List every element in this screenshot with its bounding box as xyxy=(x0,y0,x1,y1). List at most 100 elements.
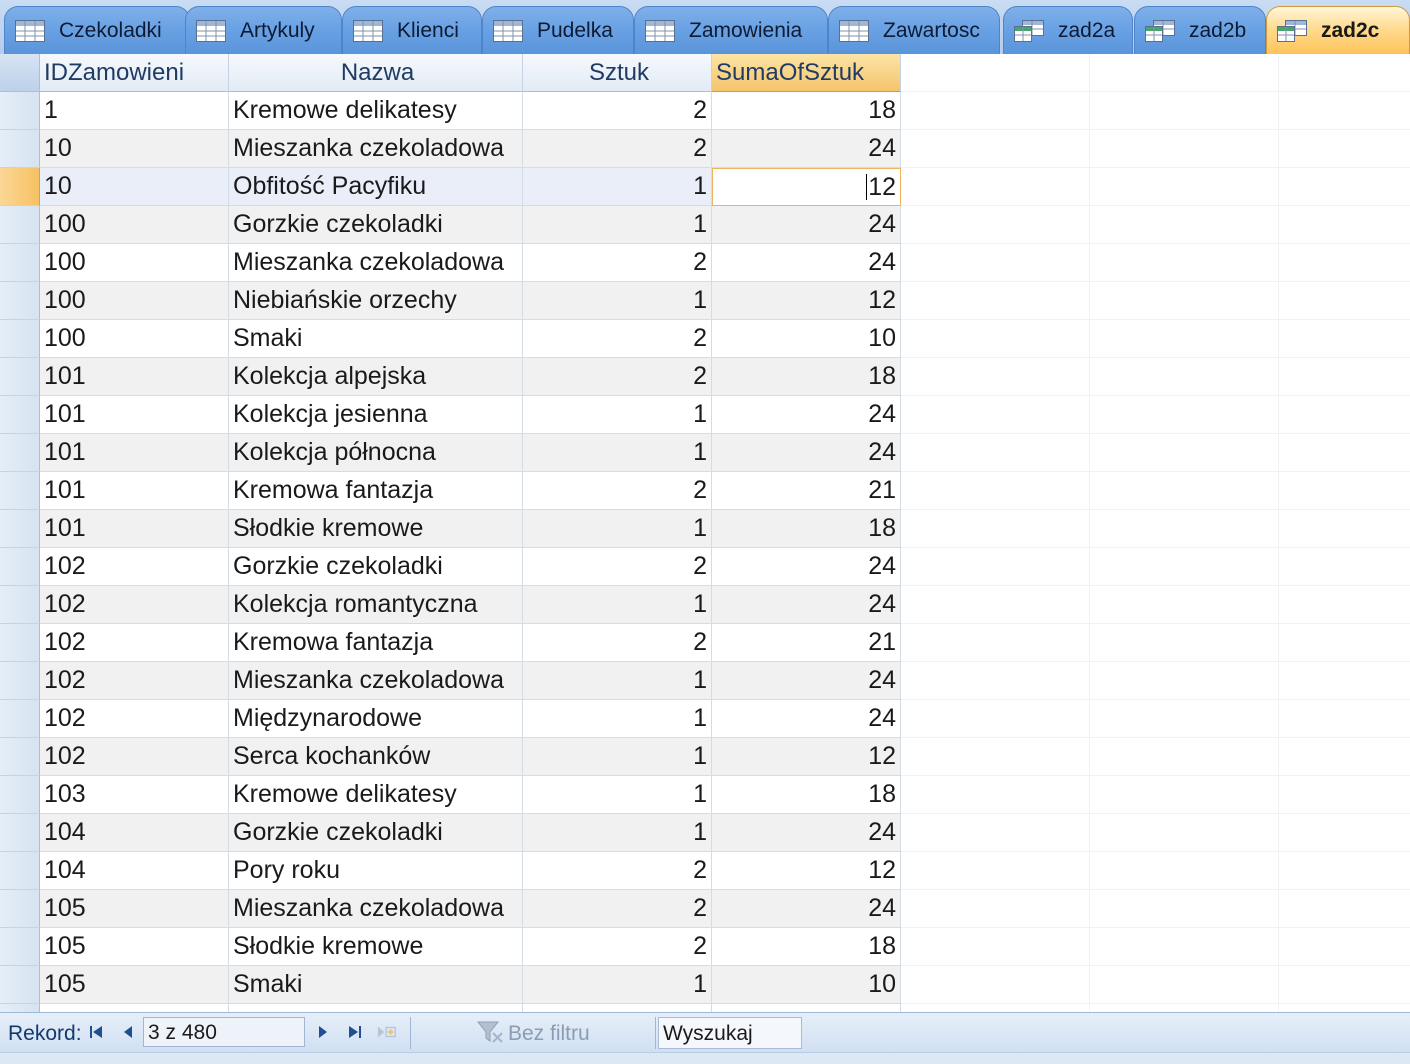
cell-nazwa[interactable]: Pory roku xyxy=(229,852,523,890)
cell-idzamowieni[interactable]: 101 xyxy=(40,358,229,396)
table-row[interactable]: 101 Kremowa fantazja 2 21 xyxy=(0,472,1410,510)
cell-sumaofsztuk[interactable]: 18 xyxy=(712,358,901,396)
cell-nazwa[interactable]: Słodkie kremowe xyxy=(229,928,523,966)
row-selector[interactable] xyxy=(0,700,40,738)
table-row[interactable]: 100 Niebiańskie orzechy 1 12 xyxy=(0,282,1410,320)
cell-sztuk[interactable]: 2 xyxy=(523,92,712,130)
table-row[interactable]: 101 Kolekcja jesienna 1 24 xyxy=(0,396,1410,434)
cell-sztuk[interactable]: 1 xyxy=(523,510,712,548)
cell-nazwa[interactable]: Kolekcja północna xyxy=(229,434,523,472)
row-selector[interactable] xyxy=(0,472,40,510)
cell-nazwa[interactable]: Niebiańskie orzechy xyxy=(229,282,523,320)
row-selector[interactable] xyxy=(0,168,40,206)
cell-idzamowieni[interactable]: 105 xyxy=(40,890,229,928)
cell-nazwa[interactable]: Obfitość Pacyfiku xyxy=(229,168,523,206)
table-row[interactable]: 10 Obfitość Pacyfiku 1 12 xyxy=(0,168,1410,206)
row-selector[interactable] xyxy=(0,130,40,168)
cell-sumaofsztuk[interactable]: 21 xyxy=(712,624,901,662)
table-row[interactable]: 100 Mieszanka czekoladowa 2 24 xyxy=(0,244,1410,282)
cell-nazwa[interactable]: Kremowa fantazja xyxy=(229,472,523,510)
cell-idzamowieni[interactable]: 104 xyxy=(40,814,229,852)
cell-nazwa[interactable]: Mieszanka czekoladowa xyxy=(229,130,523,168)
last-record-button[interactable] xyxy=(345,1021,365,1043)
cell-sumaofsztuk[interactable]: 18 xyxy=(712,928,901,966)
cell-idzamowieni[interactable]: 102 xyxy=(40,700,229,738)
cell-sumaofsztuk[interactable]: 24 xyxy=(712,548,901,586)
table-row[interactable] xyxy=(0,1004,1410,1012)
row-selector[interactable] xyxy=(0,358,40,396)
cell-sztuk[interactable]: 1 xyxy=(523,776,712,814)
table-row[interactable]: 102 Mieszanka czekoladowa 1 24 xyxy=(0,662,1410,700)
cell-sztuk[interactable]: 2 xyxy=(523,890,712,928)
cell-sztuk[interactable]: 1 xyxy=(523,434,712,472)
cell-sztuk[interactable]: 2 xyxy=(523,928,712,966)
table-row[interactable]: 10 Mieszanka czekoladowa 2 24 xyxy=(0,130,1410,168)
table-row[interactable]: 105 Mieszanka czekoladowa 2 24 xyxy=(0,890,1410,928)
table-row[interactable]: 101 Kolekcja północna 1 24 xyxy=(0,434,1410,472)
cell-idzamowieni[interactable]: 1 xyxy=(40,92,229,130)
cell-sumaofsztuk[interactable]: 12 xyxy=(712,168,901,206)
cell-idzamowieni[interactable]: 103 xyxy=(40,776,229,814)
row-selector[interactable] xyxy=(0,586,40,624)
cell-sumaofsztuk[interactable]: 24 xyxy=(712,662,901,700)
new-record-button[interactable] xyxy=(377,1021,397,1043)
tab-zawartosc[interactable]: Zawartosc xyxy=(828,6,1000,54)
row-selector[interactable] xyxy=(0,662,40,700)
cell-sztuk[interactable]: 1 xyxy=(523,738,712,776)
row-selector[interactable] xyxy=(0,738,40,776)
tab-zamowienia[interactable]: Zamowienia xyxy=(634,6,828,54)
row-selector[interactable] xyxy=(0,1004,40,1012)
row-selector[interactable] xyxy=(0,396,40,434)
row-selector[interactable] xyxy=(0,890,40,928)
cell-sztuk[interactable]: 1 xyxy=(523,814,712,852)
table-row[interactable]: 100 Smaki 2 10 xyxy=(0,320,1410,358)
table-row[interactable]: 102 Gorzkie czekoladki 2 24 xyxy=(0,548,1410,586)
cell-nazwa[interactable]: Gorzkie czekoladki xyxy=(229,548,523,586)
cell-sumaofsztuk[interactable]: 12 xyxy=(712,282,901,320)
cell-idzamowieni[interactable]: 102 xyxy=(40,624,229,662)
cell-idzamowieni[interactable]: 101 xyxy=(40,472,229,510)
first-record-button[interactable] xyxy=(86,1021,106,1043)
cell-nazwa[interactable]: Międzynarodowe xyxy=(229,700,523,738)
table-row[interactable]: 101 Słodkie kremowe 1 18 xyxy=(0,510,1410,548)
next-record-button[interactable] xyxy=(313,1021,333,1043)
cell-sumaofsztuk[interactable]: 24 xyxy=(712,396,901,434)
cell-nazwa[interactable]: Serca kochanków xyxy=(229,738,523,776)
cell-idzamowieni[interactable]: 10 xyxy=(40,130,229,168)
table-row[interactable]: 105 Smaki 1 10 xyxy=(0,966,1410,1004)
row-selector[interactable] xyxy=(0,320,40,358)
table-row[interactable]: 104 Pory roku 2 12 xyxy=(0,852,1410,890)
row-selector[interactable] xyxy=(0,206,40,244)
cell-idzamowieni[interactable]: 100 xyxy=(40,320,229,358)
cell-sztuk[interactable]: 2 xyxy=(523,320,712,358)
cell-sztuk[interactable]: 1 xyxy=(523,282,712,320)
select-all-button[interactable] xyxy=(0,54,40,92)
search-input[interactable]: Wyszukaj xyxy=(658,1017,802,1049)
cell-idzamowieni[interactable]: 100 xyxy=(40,244,229,282)
cell-nazwa[interactable]: Smaki xyxy=(229,320,523,358)
cell-sumaofsztuk[interactable]: 24 xyxy=(712,890,901,928)
tab-artykuly[interactable]: Artykuly xyxy=(185,6,342,54)
cell-idzamowieni[interactable]: 102 xyxy=(40,586,229,624)
cell-sumaofsztuk[interactable]: 21 xyxy=(712,472,901,510)
row-selector[interactable] xyxy=(0,510,40,548)
cell-sumaofsztuk[interactable]: 24 xyxy=(712,586,901,624)
cell-sumaofsztuk[interactable]: 10 xyxy=(712,966,901,1004)
cell-sumaofsztuk[interactable]: 24 xyxy=(712,130,901,168)
cell-idzamowieni[interactable]: 104 xyxy=(40,852,229,890)
cell-sumaofsztuk[interactable]: 18 xyxy=(712,776,901,814)
column-header-idzamowieni[interactable]: IDZamowieni xyxy=(40,54,229,92)
table-row[interactable]: 102 Kolekcja romantyczna 1 24 xyxy=(0,586,1410,624)
cell-sztuk[interactable]: 2 xyxy=(523,130,712,168)
column-header-sztuk[interactable]: Sztuk xyxy=(523,54,712,92)
cell-sumaofsztuk[interactable]: 24 xyxy=(712,434,901,472)
cell-nazwa[interactable]: Mieszanka czekoladowa xyxy=(229,890,523,928)
table-row[interactable]: 102 Kremowa fantazja 2 21 xyxy=(0,624,1410,662)
cell-sumaofsztuk[interactable]: 18 xyxy=(712,510,901,548)
cell-idzamowieni[interactable]: 100 xyxy=(40,206,229,244)
cell-idzamowieni[interactable]: 102 xyxy=(40,738,229,776)
cell-idzamowieni[interactable]: 101 xyxy=(40,434,229,472)
cell-sumaofsztuk[interactable]: 24 xyxy=(712,244,901,282)
cell-idzamowieni[interactable]: 101 xyxy=(40,396,229,434)
tab-czekoladki[interactable]: Czekoladki xyxy=(4,6,190,54)
